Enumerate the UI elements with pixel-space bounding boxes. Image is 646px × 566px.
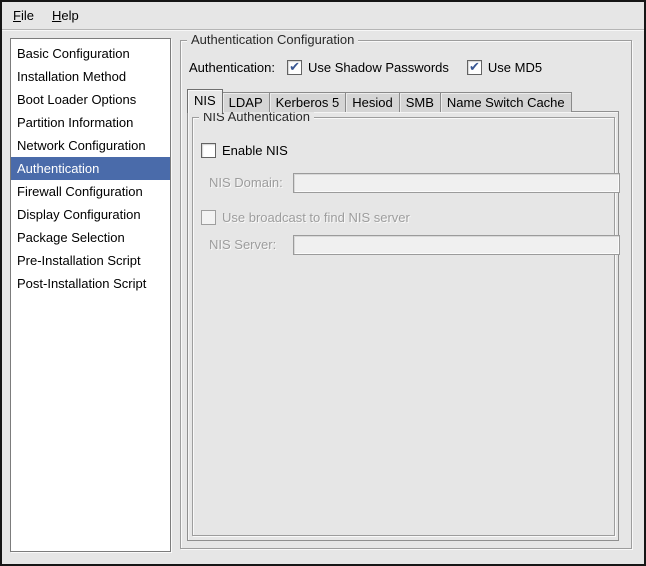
menu-file[interactable]: File bbox=[4, 2, 43, 29]
sidebar-item-post-installation-script[interactable]: Post-Installation Script bbox=[11, 272, 170, 295]
enable-nis-label: Enable NIS bbox=[222, 143, 288, 158]
nis-tab-page: NIS Authentication Enable NIS NIS Domain… bbox=[187, 111, 619, 541]
use-shadow-passwords-checkbox[interactable]: ✔ bbox=[287, 60, 302, 75]
sidebar-item-firewall-configuration[interactable]: Firewall Configuration bbox=[11, 180, 170, 203]
tab-nis[interactable]: NIS bbox=[187, 89, 223, 113]
menubar: File Help bbox=[2, 2, 644, 30]
tab-ldap[interactable]: LDAP bbox=[222, 92, 270, 112]
sidebar-item-pre-installation-script[interactable]: Pre-Installation Script bbox=[11, 249, 170, 272]
frame-title: Authentication Configuration bbox=[187, 32, 358, 48]
sidebar-item-partition-information[interactable]: Partition Information bbox=[11, 111, 170, 134]
tab-smb[interactable]: SMB bbox=[399, 92, 441, 112]
tab-kerberos-5[interactable]: Kerberos 5 bbox=[269, 92, 347, 112]
use-md5-checkbox[interactable]: ✔ bbox=[467, 60, 482, 75]
authentication-options-row: Authentication: ✔ Use Shadow Passwords ✔… bbox=[189, 58, 560, 76]
menu-file-mnemonic: F bbox=[13, 8, 21, 23]
authentication-configuration-frame: Authentication Configuration Authenticat… bbox=[180, 40, 632, 549]
sidebar-item-installation-method[interactable]: Installation Method bbox=[11, 65, 170, 88]
menu-file-label: ile bbox=[21, 8, 34, 23]
tab-name-switch-cache[interactable]: Name Switch Cache bbox=[440, 92, 572, 112]
authentication-label: Authentication: bbox=[189, 60, 275, 75]
use-broadcast-label: Use broadcast to find NIS server bbox=[222, 210, 410, 225]
sidebar-item-package-selection[interactable]: Package Selection bbox=[11, 226, 170, 249]
config-steps-list: Basic Configuration Installation Method … bbox=[10, 38, 171, 552]
tab-hesiod[interactable]: Hesiod bbox=[345, 92, 399, 112]
auth-tabs: NIS LDAP Kerberos 5 Hesiod SMB Name Swit… bbox=[187, 88, 572, 112]
enable-nis-checkbox[interactable] bbox=[201, 143, 216, 158]
nis-authentication-frame: NIS Authentication Enable NIS NIS Domain… bbox=[192, 117, 615, 536]
check-icon: ✔ bbox=[289, 60, 300, 73]
use-md5-option[interactable]: ✔ Use MD5 bbox=[467, 60, 542, 75]
nis-server-input bbox=[293, 235, 620, 255]
nis-server-label: NIS Server: bbox=[209, 235, 276, 255]
check-icon: ✔ bbox=[469, 60, 480, 73]
menu-help[interactable]: Help bbox=[43, 2, 88, 29]
use-md5-label: Use MD5 bbox=[488, 60, 542, 75]
menu-help-mnemonic: H bbox=[52, 8, 61, 23]
menu-help-label: elp bbox=[61, 8, 78, 23]
use-shadow-passwords-option[interactable]: ✔ Use Shadow Passwords bbox=[287, 60, 449, 75]
nis-server-row: NIS Server: bbox=[201, 235, 610, 255]
sidebar-item-network-configuration[interactable]: Network Configuration bbox=[11, 134, 170, 157]
app-window: File Help Basic Configuration Installati… bbox=[0, 0, 646, 566]
nis-domain-row: NIS Domain: bbox=[201, 173, 610, 193]
nis-domain-input bbox=[293, 173, 620, 193]
nis-domain-label: NIS Domain: bbox=[209, 173, 283, 193]
use-broadcast-option: Use broadcast to find NIS server bbox=[201, 209, 610, 225]
enable-nis-option[interactable]: Enable NIS bbox=[201, 142, 610, 158]
sidebar-item-authentication[interactable]: Authentication bbox=[11, 157, 170, 180]
sidebar-item-boot-loader-options[interactable]: Boot Loader Options bbox=[11, 88, 170, 111]
sidebar-item-basic-configuration[interactable]: Basic Configuration bbox=[11, 42, 170, 65]
use-broadcast-checkbox bbox=[201, 210, 216, 225]
use-shadow-passwords-label: Use Shadow Passwords bbox=[308, 60, 449, 75]
sidebar-item-display-configuration[interactable]: Display Configuration bbox=[11, 203, 170, 226]
